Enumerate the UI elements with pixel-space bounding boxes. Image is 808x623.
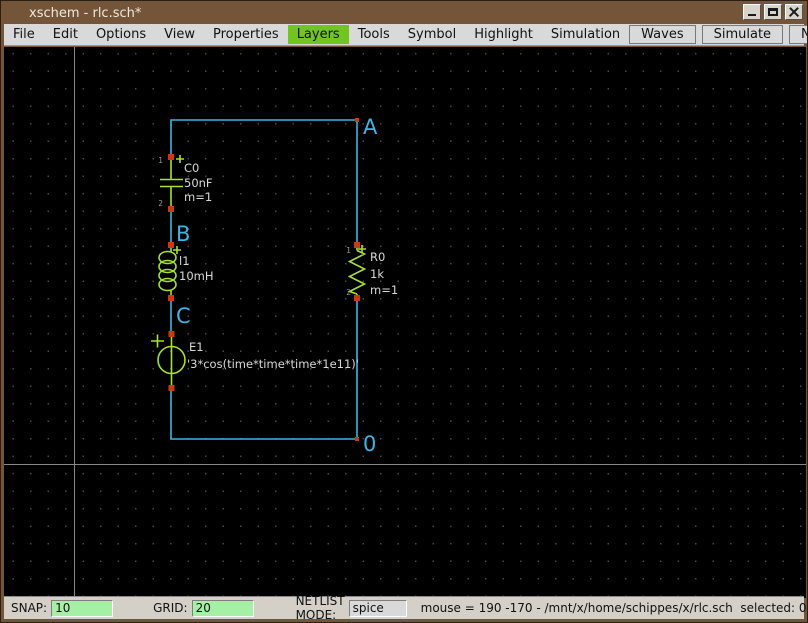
maximize-button[interactable] — [764, 4, 782, 20]
netlist-button[interactable]: Netlist — [789, 25, 808, 44]
waves-button[interactable]: Waves — [629, 25, 695, 44]
menu-file[interactable]: File — [4, 25, 44, 44]
menu-view[interactable]: View — [155, 25, 204, 44]
cap-value: 50nF — [184, 176, 213, 190]
res-name: R0 — [370, 250, 385, 264]
minimize-button[interactable] — [743, 4, 761, 20]
src-value: '3*cos(time*time*time*1e11)' — [187, 357, 359, 371]
source-E1[interactable]: E1 '3*cos(time*time*time*1e11)' — [151, 331, 359, 391]
node-label-A[interactable]: A — [363, 115, 378, 139]
menu-options[interactable]: Options — [87, 25, 155, 44]
snap-label: SNAP: — [11, 601, 47, 615]
inductor-l1[interactable]: l1 10mH — [159, 242, 213, 301]
statusbar: SNAP: GRID: NETLIST MODE: mouse = 190 -1… — [4, 596, 804, 619]
res-value: 1k — [370, 267, 384, 281]
grid-label: GRID: — [153, 601, 187, 615]
node-label-C[interactable]: C — [176, 304, 191, 328]
res-pin1-number: 1 — [346, 246, 351, 255]
cap-mult: m=1 — [184, 190, 212, 204]
menu-properties[interactable]: Properties — [204, 25, 288, 44]
node-label-B[interactable]: B — [176, 222, 190, 246]
res-mult: m=1 — [370, 283, 398, 297]
minimize-icon — [748, 14, 756, 16]
src-plus-mark — [151, 335, 164, 348]
res-zigzag — [350, 251, 365, 295]
close-icon — [789, 7, 799, 17]
ind-name: l1 — [179, 254, 190, 268]
menubar-right: Waves Simulate Netlist Help — [629, 25, 808, 45]
cap-pin1-number: 1 — [158, 156, 163, 165]
close-button[interactable] — [785, 4, 803, 20]
menu-simulation[interactable]: Simulation — [542, 25, 629, 44]
schematic-svg: 1 2 C0 50nF m=1 l1 10mH — [4, 47, 806, 598]
res-pin-1 — [354, 242, 360, 248]
res-pin-2 — [354, 295, 360, 301]
label-pin-A — [355, 118, 359, 122]
schematic-canvas[interactable]: 1 2 C0 50nF m=1 l1 10mH — [4, 47, 806, 598]
window-title: xschem - rlc.sch* — [29, 6, 141, 21]
menu-tools[interactable]: Tools — [349, 25, 399, 44]
node-label-0[interactable]: 0 — [363, 432, 376, 456]
maximize-icon — [768, 8, 778, 16]
window-controls — [743, 4, 803, 20]
menubar: File Edit Options View Properties Layers… — [4, 24, 804, 46]
resistor-R0[interactable]: 1 2 R0 1k m=1 — [346, 242, 398, 301]
src-name: E1 — [189, 340, 204, 354]
snap-input[interactable] — [51, 600, 113, 617]
simulate-button[interactable]: Simulate — [702, 25, 783, 44]
xschem-window: xschem - rlc.sch* File Edit Options View… — [0, 0, 808, 623]
titlebar[interactable]: xschem - rlc.sch* — [3, 3, 805, 23]
ind-pin-1 — [168, 242, 174, 248]
cap-pin-2 — [168, 206, 174, 212]
cap-pin-1 — [168, 154, 174, 160]
netlist-mode-label: NETLIST MODE: — [296, 594, 345, 622]
ind-value: 10mH — [179, 269, 213, 283]
res-pin2-number: 2 — [346, 288, 351, 297]
menu-edit[interactable]: Edit — [44, 25, 87, 44]
cap-name: C0 — [184, 161, 199, 175]
capacitor-C0[interactable]: 1 2 C0 50nF m=1 — [158, 154, 212, 212]
menu-layers[interactable]: Layers — [288, 25, 349, 44]
netlist-mode-input[interactable] — [349, 600, 407, 617]
ind-pin-2 — [168, 295, 174, 301]
label-pin-0 — [355, 437, 359, 441]
grid-input[interactable] — [192, 600, 254, 617]
src-pin-1 — [169, 331, 175, 337]
status-info: mouse = 190 -170 - /mnt/x/home/schippes/… — [421, 601, 807, 615]
menu-symbol[interactable]: Symbol — [399, 25, 465, 44]
cap-pin2-number: 2 — [158, 199, 163, 208]
ind-coil-4 — [159, 279, 176, 291]
src-pin-2 — [169, 385, 175, 391]
menu-highlight[interactable]: Highlight — [465, 25, 542, 44]
cap-plus-mark — [176, 155, 184, 163]
